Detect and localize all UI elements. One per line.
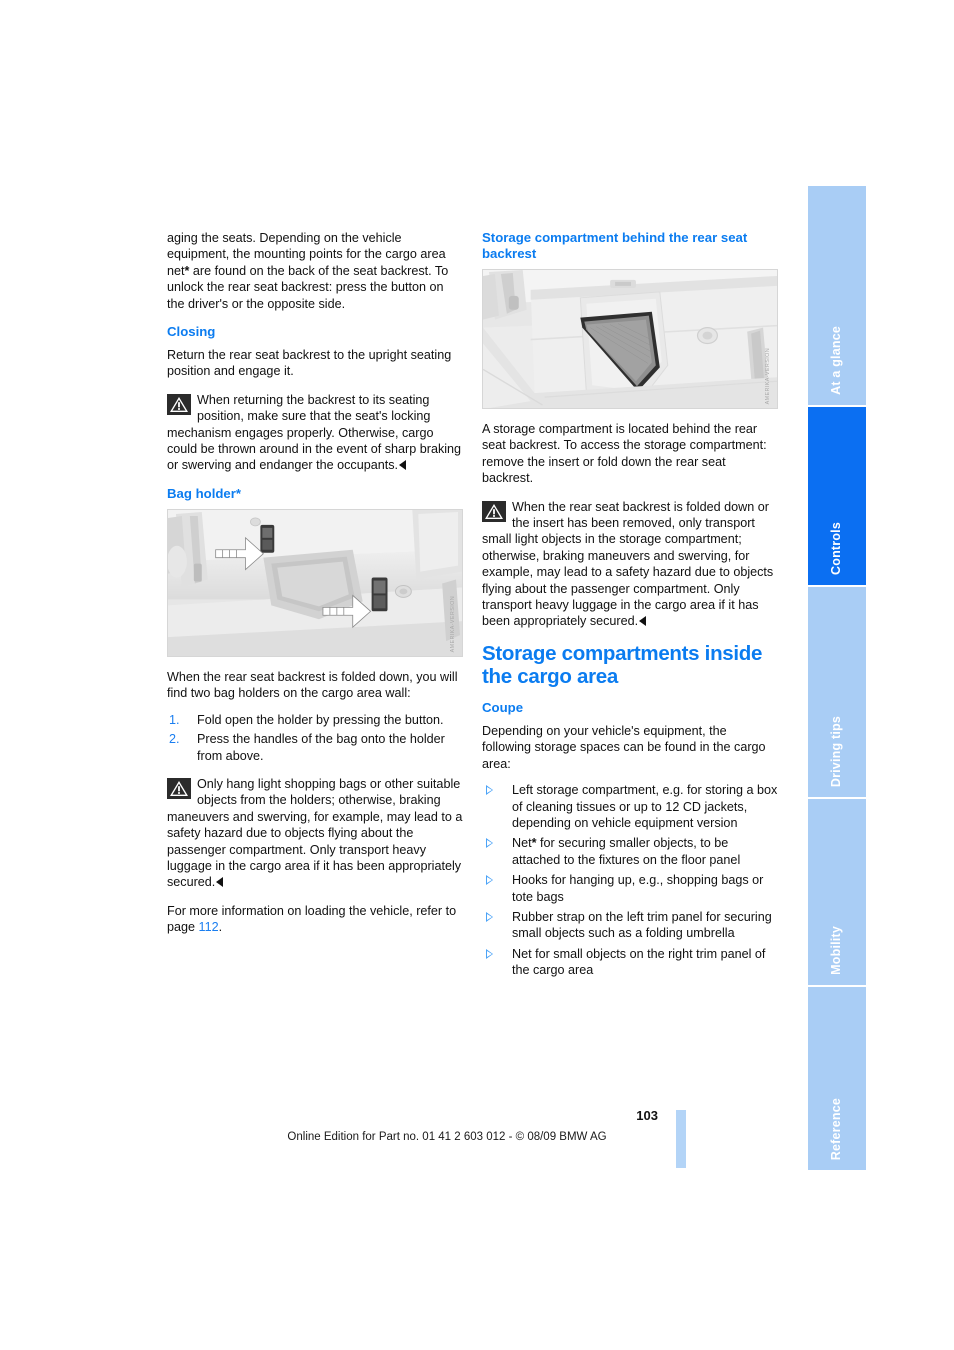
warning-triangle-svg bbox=[170, 780, 188, 796]
figure-code-label: AMERIKA-VERSION bbox=[764, 347, 771, 404]
bullet-triangle-icon bbox=[486, 785, 493, 796]
page-number: 103 bbox=[636, 1108, 658, 1123]
bullet-triangle-icon bbox=[486, 838, 493, 849]
bullet-text: Rubber strap on the left trim panel for … bbox=[512, 909, 772, 941]
tab-at-a-glance[interactable]: At a glance bbox=[808, 186, 866, 405]
tab-label: Mobility bbox=[829, 926, 843, 975]
more-info-paragraph: For more information on loading the vehi… bbox=[167, 903, 463, 936]
list-item: Net* for securing smaller objects, to be… bbox=[482, 835, 778, 868]
more-info-suffix: . bbox=[218, 920, 223, 935]
warning-block-2: Only hang light shopping bags or other s… bbox=[167, 776, 463, 891]
warning-text-1-body: When returning the backrest to its seati… bbox=[167, 392, 462, 473]
end-of-warning-marker bbox=[399, 460, 407, 471]
warning-triangle-icon bbox=[167, 777, 191, 799]
warning-triangle-svg bbox=[485, 503, 503, 519]
bag-holder-upper bbox=[260, 524, 275, 553]
bag-holder-steps: 1. Fold open the holder by pressing the … bbox=[167, 712, 463, 764]
figure-storage-compartment: AMERIKA-VERSION bbox=[482, 269, 778, 409]
closing-text: Return the rear seat backrest to the upr… bbox=[167, 348, 452, 379]
step-text: Press the handles of the bag onto the ho… bbox=[197, 732, 445, 763]
figure-code-label: AMERIKA-VERSION bbox=[449, 595, 456, 652]
list-item: 2. Press the handles of the bag onto the… bbox=[167, 731, 463, 764]
warning-text-2-body: Only hang light shopping bags or other s… bbox=[167, 776, 463, 890]
step-number: 1. bbox=[169, 712, 180, 727]
warning-text-3-body: When the rear seat backrest is folded do… bbox=[482, 499, 774, 629]
list-item: Net for small objects on the right trim … bbox=[482, 946, 778, 979]
page-title: Storage compartments inside the cargo ar… bbox=[482, 641, 763, 688]
bag-holder-lower bbox=[371, 577, 388, 612]
warning-text-2: Only hang light shopping bags or other s… bbox=[167, 776, 463, 891]
tab-driving-tips[interactable]: Driving tips bbox=[808, 585, 866, 797]
footer: Online Edition for Part no. 01 41 2 603 … bbox=[0, 1131, 954, 1143]
list-item: 1. Fold open the holder by pressing the … bbox=[167, 712, 463, 728]
tab-label: Reference bbox=[829, 1097, 843, 1160]
end-of-warning-marker bbox=[216, 877, 224, 888]
warning-triangle-svg bbox=[170, 396, 188, 412]
cargo-storage-list: Left storage compartment, e.g. for stori… bbox=[482, 782, 778, 978]
tab-controls[interactable]: Controls bbox=[808, 405, 866, 585]
tab-label: Driving tips bbox=[829, 715, 843, 787]
end-of-warning-marker bbox=[639, 616, 647, 627]
bullet-text: Net for small objects on the right trim … bbox=[512, 946, 766, 978]
continued-paragraph: aging the seats. Depending on the vehicl… bbox=[167, 230, 463, 312]
heading-closing: Closing bbox=[167, 324, 216, 340]
tab-label: Controls bbox=[829, 522, 843, 575]
heading-bag-holder: Bag holder* bbox=[167, 485, 242, 501]
warning-block-3: When the rear seat backrest is folded do… bbox=[482, 499, 778, 630]
continued-paragraph-text-2: are found on the back of the seat backre… bbox=[167, 263, 449, 311]
warning-triangle-icon bbox=[482, 500, 506, 522]
tab-mobility[interactable]: Mobility bbox=[808, 797, 866, 985]
section-tab-rail: At a glance Controls Driving tips Mobili… bbox=[808, 186, 866, 1170]
bullet-text: Hooks for hanging up, e.g., shopping bag… bbox=[512, 873, 764, 904]
bullet-triangle-icon bbox=[486, 911, 493, 922]
warning-text-3: When the rear seat backrest is folded do… bbox=[482, 499, 778, 630]
warning-text-1: When returning the backrest to its seati… bbox=[167, 392, 463, 474]
heading-storage-compartment: Storage compartment behind the rear seat… bbox=[482, 230, 748, 261]
bullet-triangle-icon bbox=[486, 948, 493, 959]
right-column: Storage compartment behind the rear seat… bbox=[482, 230, 778, 983]
bag-holder-intro: When the rear seat backrest is folded do… bbox=[167, 669, 458, 701]
left-column: aging the seats. Depending on the vehicl… bbox=[167, 230, 463, 948]
bullet-text: Left storage compartment, e.g. for stori… bbox=[512, 783, 778, 830]
bullet-text-post: for securing smaller objects, to be atta… bbox=[512, 836, 741, 867]
list-item: Left storage compartment, e.g. for stori… bbox=[482, 782, 778, 831]
figure-storage-graphic bbox=[483, 270, 777, 408]
bullet-triangle-icon bbox=[486, 875, 493, 886]
heading-coupe: Coupe bbox=[482, 699, 524, 715]
page-reference-link[interactable]: 112 bbox=[199, 920, 219, 934]
footer-text: Online Edition for Part no. 01 41 2 603 … bbox=[287, 1131, 607, 1143]
storage-text: A storage compartment is located behind … bbox=[482, 422, 767, 486]
list-item: Rubber strap on the left trim panel for … bbox=[482, 909, 778, 942]
warning-triangle-icon bbox=[167, 393, 191, 415]
warning-block-1: When returning the backrest to its seati… bbox=[167, 392, 463, 474]
manual-page: At a glance Controls Driving tips Mobili… bbox=[0, 0, 954, 1350]
step-number: 2. bbox=[169, 732, 180, 747]
figure-bag-holder-graphic bbox=[168, 509, 462, 656]
step-text: Fold open the holder by pressing the but… bbox=[197, 712, 444, 727]
bullet-text-pre: Net bbox=[512, 836, 532, 851]
tab-label: At a glance bbox=[829, 326, 843, 395]
coupe-intro: Depending on your vehicle's equipment, t… bbox=[482, 723, 766, 771]
figure-bag-holder: AMERIKA-VERSION bbox=[167, 508, 463, 657]
list-item: Hooks for hanging up, e.g., shopping bag… bbox=[482, 872, 778, 905]
